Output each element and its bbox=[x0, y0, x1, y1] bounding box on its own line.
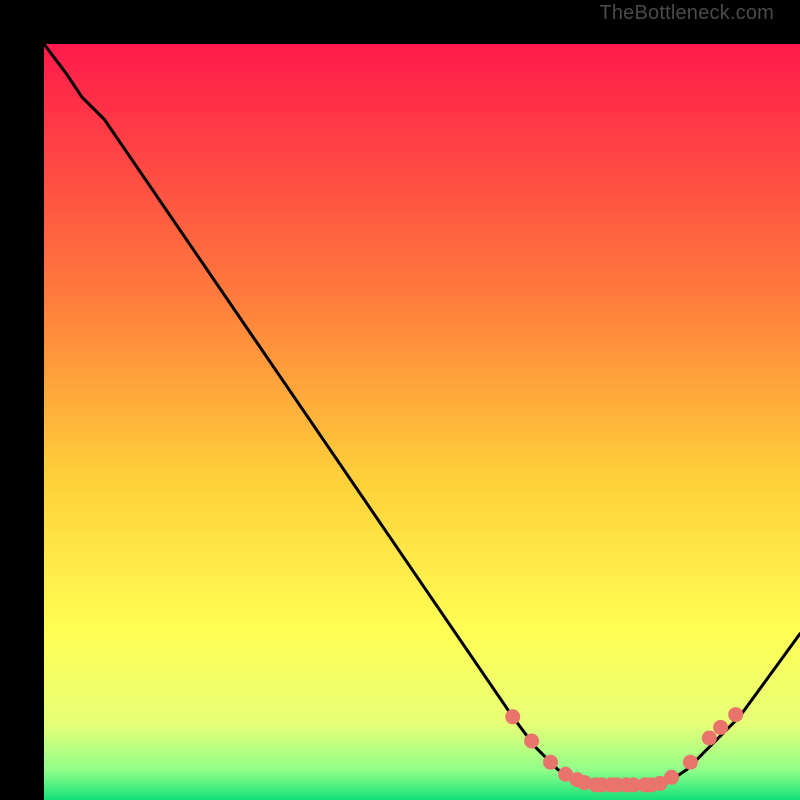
chart-frame bbox=[22, 22, 778, 778]
highlight-dot bbox=[543, 755, 558, 770]
bottleneck-chart bbox=[44, 44, 800, 800]
highlight-dot bbox=[664, 770, 679, 785]
attribution-text: TheBottleneck.com bbox=[599, 2, 774, 25]
highlight-dot bbox=[505, 709, 520, 724]
highlight-dot bbox=[683, 755, 698, 770]
highlight-dot bbox=[702, 731, 717, 746]
gradient-background bbox=[44, 44, 800, 800]
highlight-dot bbox=[713, 720, 728, 735]
highlight-dot bbox=[728, 707, 743, 722]
highlight-dot bbox=[524, 734, 539, 749]
